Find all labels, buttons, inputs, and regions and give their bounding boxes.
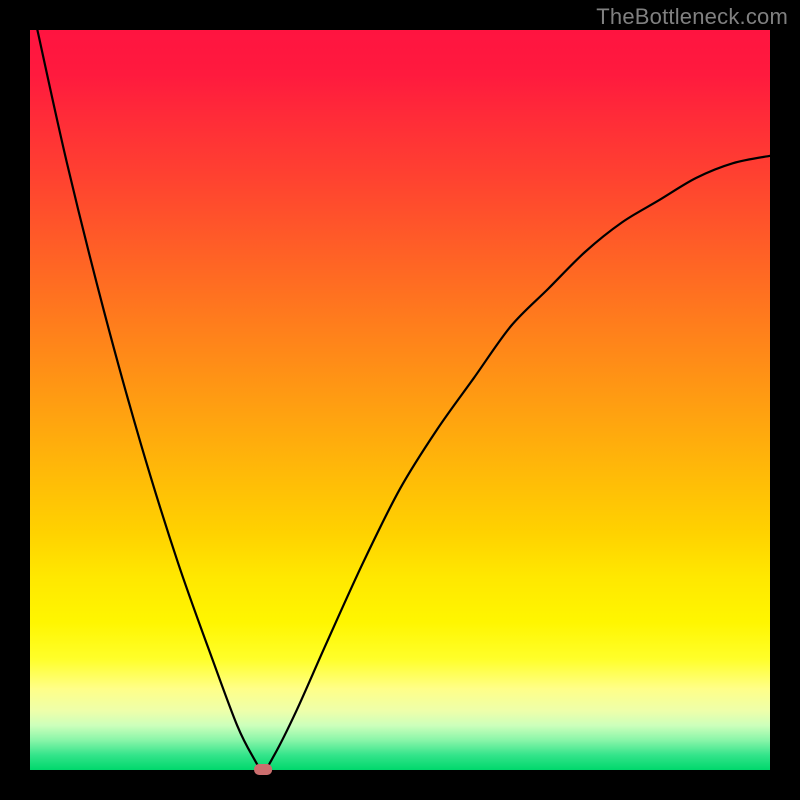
attribution-text: TheBottleneck.com: [596, 4, 788, 30]
chart-frame: TheBottleneck.com: [0, 0, 800, 800]
minimum-marker-icon: [254, 764, 272, 775]
plot-area: [30, 30, 770, 770]
bottleneck-curve: [30, 30, 770, 770]
